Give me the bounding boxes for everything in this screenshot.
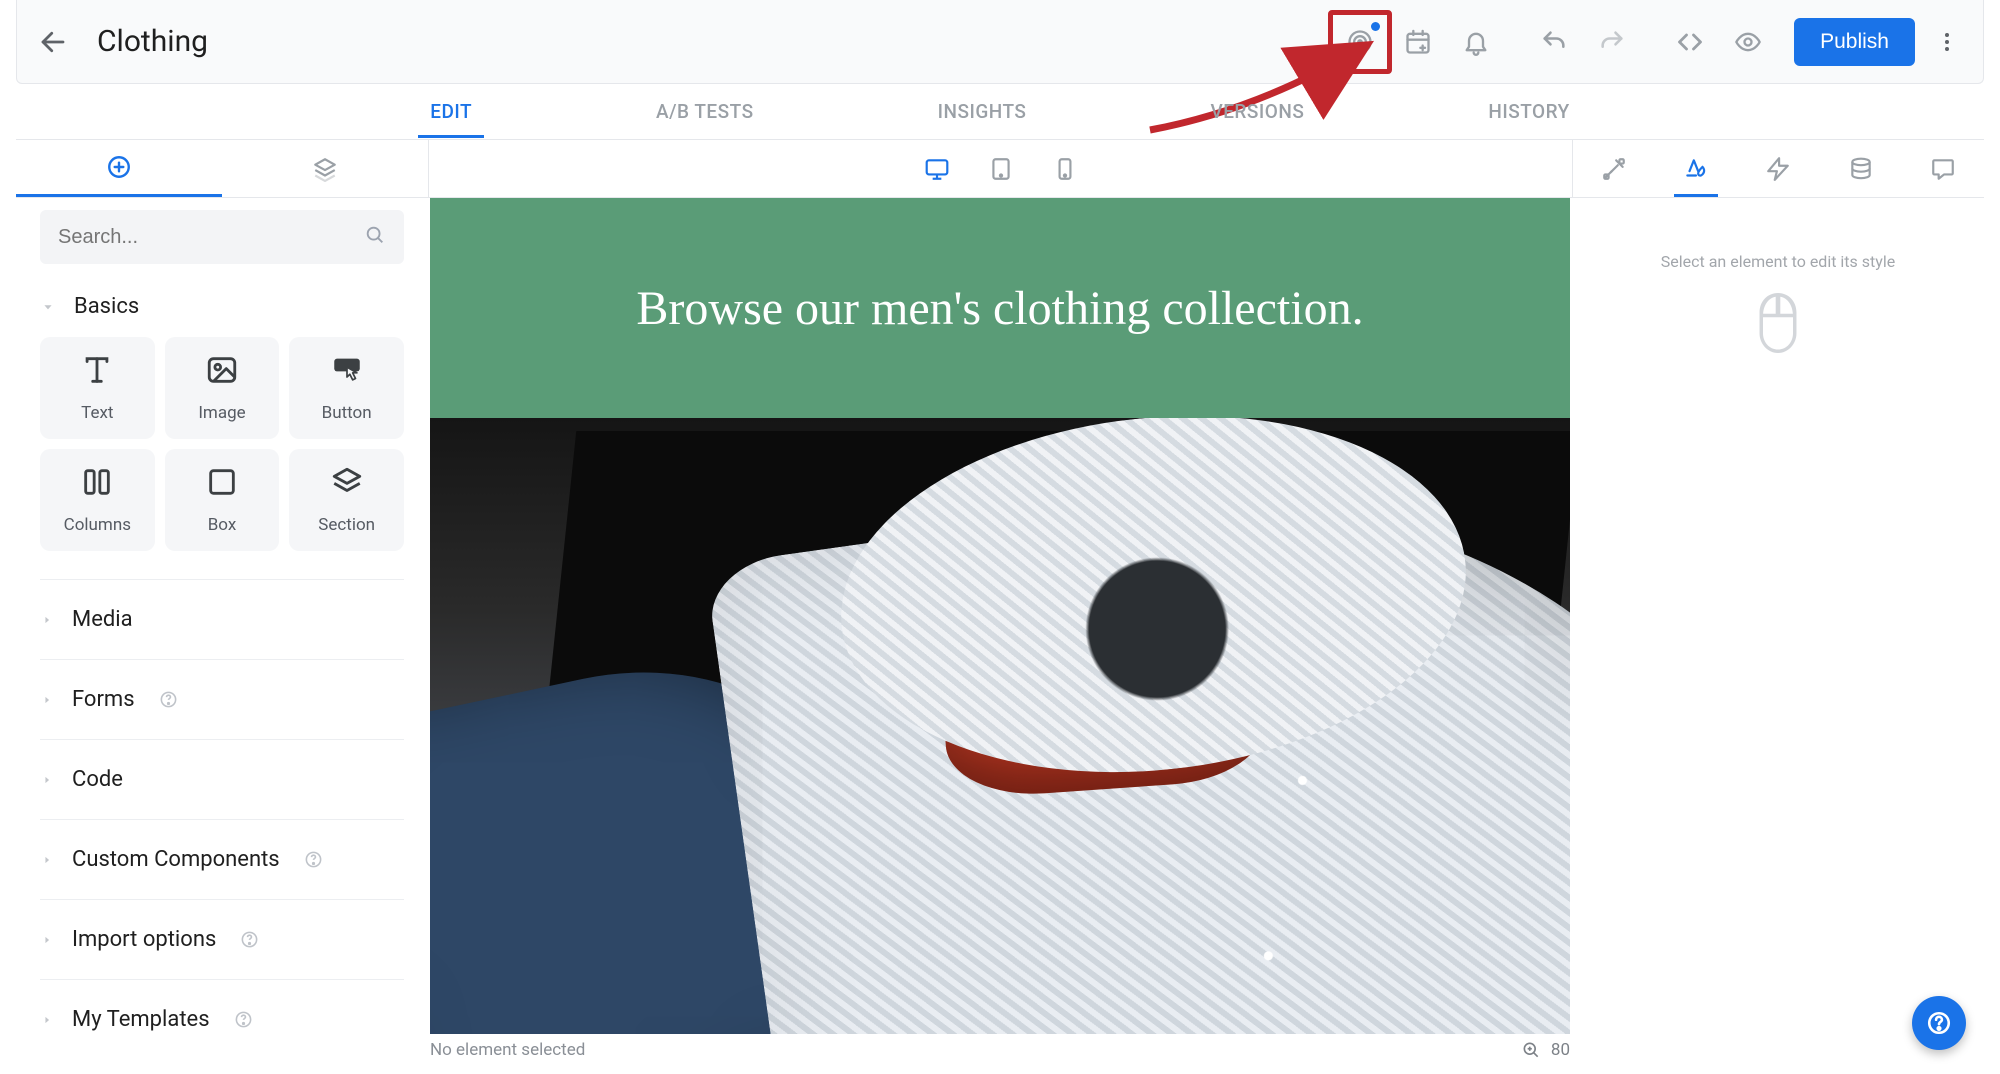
chevron-down-icon: [41, 299, 55, 313]
section-my-templates-label: My Templates: [72, 1007, 210, 1032]
section-custom-components[interactable]: Custom Components: [40, 819, 404, 899]
editor-toolbar: [16, 140, 1984, 198]
preview-button[interactable]: [1722, 16, 1774, 68]
component-section-label: Section: [318, 515, 375, 535]
basics-grid: Text Image Button Columns Box: [40, 337, 404, 551]
insert-tab[interactable]: [16, 140, 222, 197]
component-image[interactable]: Image: [165, 337, 280, 439]
mouse-icon: [1752, 293, 1804, 357]
component-columns-label: Columns: [64, 515, 131, 535]
section-media[interactable]: Media: [40, 579, 404, 659]
notification-dot-icon: [1371, 22, 1380, 31]
undo-button[interactable]: [1528, 16, 1580, 68]
component-box[interactable]: Box: [165, 449, 280, 551]
component-columns[interactable]: Columns: [40, 449, 155, 551]
chevron-right-icon: [41, 1013, 54, 1026]
animate-tab[interactable]: [1748, 140, 1808, 197]
section-icon: [330, 465, 364, 503]
section-basics-header[interactable]: Basics: [40, 264, 404, 337]
tab-insights[interactable]: INSIGHTS: [926, 85, 1039, 138]
component-search[interactable]: [40, 210, 404, 264]
hero-section[interactable]: Browse our men's clothing collection.: [430, 198, 1570, 418]
right-panel: Select an element to edit its style: [1572, 198, 1984, 357]
chevron-right-icon: [41, 853, 54, 866]
tab-history[interactable]: HISTORY: [1476, 85, 1581, 138]
publish-button[interactable]: Publish: [1794, 18, 1915, 66]
hero-image[interactable]: [430, 418, 1570, 1034]
tab-ab-tests[interactable]: A/B TESTS: [644, 85, 766, 138]
help-icon[interactable]: [159, 690, 178, 709]
comments-tab[interactable]: [1913, 140, 1973, 197]
device-mobile-button[interactable]: [1044, 148, 1086, 190]
back-button[interactable]: [33, 27, 73, 57]
redo-button[interactable]: [1586, 16, 1638, 68]
tab-versions[interactable]: VERSIONS: [1198, 85, 1316, 138]
left-panel: Basics Text Image Button Columns: [16, 198, 428, 1074]
app-header: Clothing Publish: [16, 0, 1984, 84]
search-input[interactable]: [58, 226, 364, 249]
component-box-label: Box: [208, 515, 237, 535]
help-fab[interactable]: [1912, 996, 1966, 1050]
section-custom-components-label: Custom Components: [72, 847, 280, 872]
text-icon: [80, 353, 114, 391]
chevron-right-icon: [41, 933, 54, 946]
section-code-label: Code: [72, 767, 123, 792]
editor-canvas[interactable]: Browse our men's clothing collection.: [430, 198, 1570, 1034]
search-icon: [364, 224, 386, 250]
section-forms-label: Forms: [72, 687, 135, 712]
targeting-button[interactable]: [1334, 16, 1386, 68]
right-tabs: [1572, 140, 1984, 197]
header-actions: Publish: [1334, 16, 1967, 68]
help-icon[interactable]: [234, 1010, 253, 1029]
section-my-templates[interactable]: My Templates: [40, 979, 404, 1059]
selection-status: No element selected: [430, 1040, 585, 1060]
main-tabs: EDIT A/B TESTS INSIGHTS VERSIONS HISTORY: [16, 84, 1984, 140]
component-text-label: Text: [81, 403, 113, 423]
component-image-label: Image: [198, 403, 245, 423]
columns-icon: [80, 465, 114, 503]
schedule-button[interactable]: [1392, 16, 1444, 68]
section-media-label: Media: [72, 607, 133, 632]
component-button-label: Button: [322, 403, 372, 423]
zoom-value: 80: [1551, 1040, 1570, 1060]
tab-edit[interactable]: EDIT: [418, 85, 484, 138]
zoom-icon: [1521, 1040, 1541, 1060]
chevron-right-icon: [41, 693, 54, 706]
box-icon: [205, 465, 239, 503]
style-panel-hint: Select an element to edit its style: [1661, 252, 1895, 271]
style-tab[interactable]: [1666, 140, 1726, 197]
zoom-control[interactable]: 80: [1521, 1040, 1570, 1060]
button-icon: [330, 353, 364, 391]
section-import-options[interactable]: Import options: [40, 899, 404, 979]
page-title: Clothing: [97, 24, 208, 59]
more-menu-button[interactable]: [1927, 30, 1967, 54]
component-button[interactable]: Button: [289, 337, 404, 439]
chevron-right-icon: [41, 613, 54, 626]
device-switcher: [428, 140, 1572, 197]
image-icon: [205, 353, 239, 391]
section-code[interactable]: Code: [40, 739, 404, 819]
layers-tab[interactable]: [222, 140, 428, 197]
notifications-button[interactable]: [1450, 16, 1502, 68]
device-desktop-button[interactable]: [916, 148, 958, 190]
left-tabs: [16, 140, 428, 197]
chevron-right-icon: [41, 773, 54, 786]
design-tools-tab[interactable]: [1584, 140, 1644, 197]
code-view-button[interactable]: [1664, 16, 1716, 68]
hero-heading[interactable]: Browse our men's clothing collection.: [636, 281, 1363, 336]
component-text[interactable]: Text: [40, 337, 155, 439]
section-import-label: Import options: [72, 927, 216, 952]
component-section[interactable]: Section: [289, 449, 404, 551]
data-tab[interactable]: [1831, 140, 1891, 197]
section-basics-label: Basics: [74, 294, 139, 319]
device-tablet-button[interactable]: [980, 148, 1022, 190]
help-icon[interactable]: [240, 930, 259, 949]
help-icon[interactable]: [304, 850, 323, 869]
section-forms[interactable]: Forms: [40, 659, 404, 739]
status-bar: No element selected 80: [430, 1034, 1570, 1066]
